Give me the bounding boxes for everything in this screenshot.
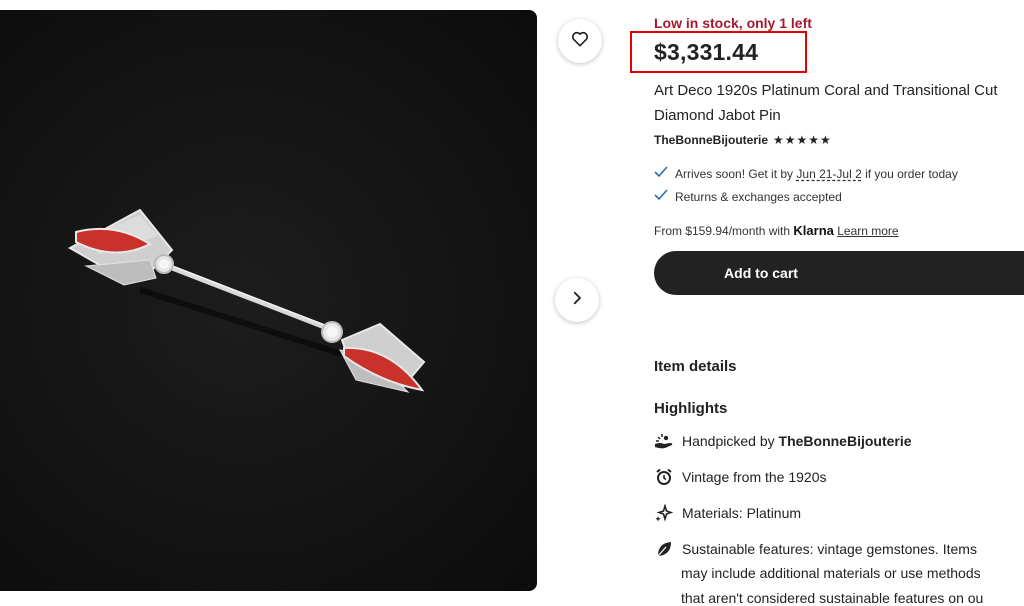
check-icon xyxy=(654,189,668,204)
sustainable-text-line-2: may include additional materials or use … xyxy=(681,565,981,581)
jabot-pin-illustration xyxy=(67,208,426,393)
shop-rating: TheBonneBijouterie ★★★★★ xyxy=(654,133,832,147)
heart-icon xyxy=(570,29,590,54)
product-title-line-1: Art Deco 1920s Platinum Coral and Transi… xyxy=(654,82,998,99)
materials-text: Materials: Platinum xyxy=(682,505,802,521)
sustainable-text-line-1: Sustainable features: vintage gemstones.… xyxy=(682,541,977,557)
alarm-clock-icon xyxy=(654,467,674,487)
highlight-sustainable: Sustainable features: vintage gemstones.… xyxy=(654,539,977,559)
sparkle-icon xyxy=(654,503,674,523)
item-details-heading[interactable]: Item details xyxy=(654,358,737,375)
highlight-materials: Materials: Platinum xyxy=(654,503,801,523)
add-to-cart-button[interactable]: Add to cart xyxy=(654,251,1024,295)
rating-stars: ★★★★★ xyxy=(773,133,832,147)
price: $3,331.44 xyxy=(654,39,759,65)
favorite-button[interactable] xyxy=(558,19,602,63)
arrival-dates[interactable]: Jun 21-Jul 2 xyxy=(796,167,861,181)
highlights-heading: Highlights xyxy=(654,400,728,417)
arrival-suffix: if you order today xyxy=(861,166,958,181)
financing-info: From $159.94/month with Klarna Learn mor… xyxy=(654,223,899,238)
returns-info: Returns & exchanges accepted xyxy=(654,189,842,204)
highlight-handpicked: Handpicked by TheBonneBijouterie xyxy=(654,431,912,451)
handpicked-shop-link[interactable]: TheBonneBijouterie xyxy=(779,433,912,449)
vintage-text: Vintage from the 1920s xyxy=(682,469,827,485)
product-title: Art Deco 1920s Platinum Coral and Transi… xyxy=(654,78,1024,128)
klarna-logo: Klarna xyxy=(793,223,834,238)
add-to-cart-label: Add to cart xyxy=(724,265,798,281)
learn-more-link[interactable]: Learn more xyxy=(837,224,898,238)
stock-notice: Low in stock, only 1 left xyxy=(654,15,812,31)
hand-icon xyxy=(654,431,674,451)
handpicked-prefix: Handpicked by xyxy=(682,433,779,449)
financing-prefix: From $159.94/month with xyxy=(654,224,794,238)
highlight-vintage: Vintage from the 1920s xyxy=(654,467,827,487)
product-title-line-2: Diamond Jabot Pin xyxy=(654,107,781,124)
arrival-info: Arrives soon! Get it by Jun 21-Jul 2 if … xyxy=(654,166,958,181)
product-image[interactable] xyxy=(0,10,537,591)
next-image-button[interactable] xyxy=(555,278,599,322)
returns-text: Returns & exchanges accepted xyxy=(675,189,842,204)
arrival-prefix: Arrives soon! Get it by xyxy=(675,166,797,181)
chevron-right-icon xyxy=(568,289,586,312)
check-icon xyxy=(654,166,668,181)
leaf-icon xyxy=(654,539,674,559)
shop-name-link[interactable]: TheBonneBijouterie xyxy=(654,133,768,147)
